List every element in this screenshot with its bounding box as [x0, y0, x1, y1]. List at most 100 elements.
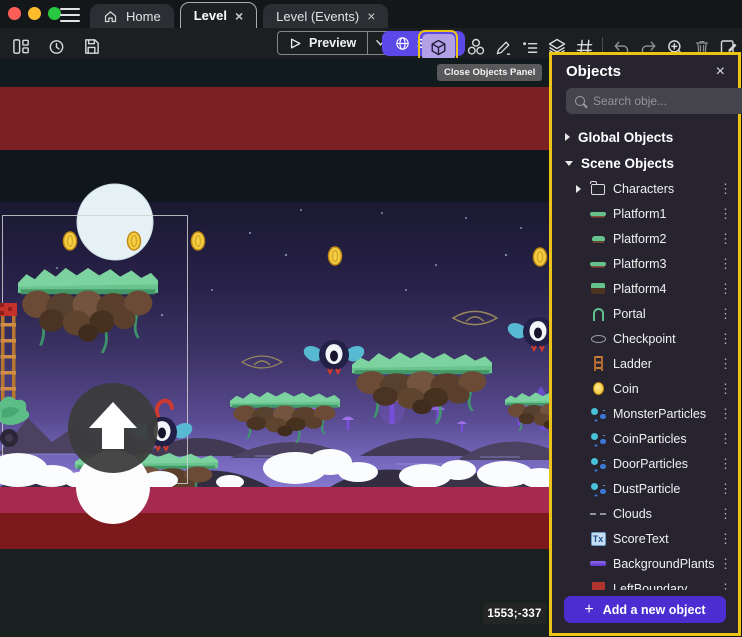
bottom-boundary-object[interactable]	[0, 513, 552, 549]
top-boundary-object[interactable]	[0, 87, 552, 150]
canvas-outside-bottom	[0, 549, 552, 637]
item-menu-icon[interactable]	[719, 406, 731, 422]
item-menu-icon[interactable]	[719, 206, 731, 222]
objects-panel-header: Objects	[552, 55, 738, 86]
add-button-label: Add a new object	[603, 603, 706, 617]
object-item-clouds[interactable]: Clouds	[552, 501, 738, 526]
tab-label: Level (Events)	[276, 9, 359, 24]
item-menu-icon[interactable]	[719, 531, 731, 547]
search-box[interactable]	[566, 88, 742, 114]
red-square-icon	[592, 582, 605, 590]
section-scene-objects[interactable]: Scene Objects	[552, 150, 738, 176]
tooltip: Close Objects Panel	[437, 64, 542, 81]
section-label: Global Objects	[578, 130, 673, 145]
cursor-coordinates-badge: 1553;-337	[483, 603, 546, 624]
minimize-window-icon[interactable]	[28, 7, 41, 20]
cube-icon	[429, 38, 448, 57]
object-item-platform1[interactable]: Platform1	[552, 201, 738, 226]
item-menu-icon[interactable]	[719, 581, 731, 591]
home-icon	[103, 9, 118, 24]
window-controls	[8, 7, 61, 20]
section-global-objects[interactable]: Global Objects	[552, 124, 738, 150]
item-menu-icon[interactable]	[719, 256, 731, 272]
preview-controls: Preview	[277, 31, 393, 55]
tab-home[interactable]: Home	[90, 4, 174, 28]
item-menu-icon[interactable]	[719, 356, 731, 372]
object-groups-icon[interactable]	[464, 34, 488, 60]
edit-pencil-icon[interactable]	[491, 34, 515, 60]
item-menu-icon[interactable]	[719, 556, 731, 572]
item-menu-icon[interactable]	[719, 306, 731, 322]
search-icon	[575, 96, 585, 106]
object-item-checkpoint[interactable]: Checkpoint	[552, 326, 738, 351]
history-icon[interactable]	[44, 33, 68, 59]
tab-label: Level	[194, 8, 227, 23]
coin-instance[interactable]	[192, 232, 205, 250]
scene-render[interactable]	[0, 58, 552, 637]
panel-title: Objects	[566, 63, 621, 80]
plus-icon	[584, 601, 593, 619]
chevron-down-icon	[565, 161, 573, 166]
item-menu-icon[interactable]	[719, 181, 731, 197]
close-panel-icon[interactable]	[716, 64, 725, 80]
coin-icon	[593, 382, 604, 395]
object-item-coinparticles[interactable]: CoinParticles	[552, 426, 738, 451]
object-item-characters[interactable]: Characters	[552, 176, 738, 201]
save-icon[interactable]	[79, 33, 103, 59]
item-menu-icon[interactable]	[719, 331, 731, 347]
plants-bar-icon	[590, 561, 606, 566]
object-item-backgroundplants[interactable]: BackgroundPlants	[552, 551, 738, 576]
moon-object[interactable]	[77, 184, 153, 260]
item-menu-icon[interactable]	[719, 431, 731, 447]
preview-button[interactable]: Preview	[277, 31, 368, 55]
checkpoint-icon	[591, 335, 606, 343]
coin-instance[interactable]	[64, 232, 77, 250]
platform-tuft-icon	[592, 236, 605, 241]
search-input[interactable]	[593, 94, 742, 108]
platform-block-icon	[591, 283, 605, 294]
item-menu-icon[interactable]	[719, 281, 731, 297]
object-item-platform2[interactable]: Platform2	[552, 226, 738, 251]
object-item-leftboundary[interactable]: LeftBoundary	[552, 576, 738, 590]
jump-arrow-button-object[interactable]	[68, 383, 158, 473]
coin-instance[interactable]	[128, 232, 141, 250]
close-tab-icon[interactable]	[235, 9, 243, 23]
folder-icon	[591, 184, 605, 195]
object-item-dustparticle[interactable]: DustParticle	[552, 476, 738, 501]
text-icon: Tx	[591, 532, 606, 546]
item-menu-icon[interactable]	[719, 481, 731, 497]
tab-label: Home	[126, 9, 161, 24]
objects-list: Characters Platform1 Platform2 Platform3…	[552, 176, 738, 590]
tab-level[interactable]: Level	[180, 2, 257, 28]
coin-instance[interactable]	[329, 247, 342, 265]
close-tab-icon[interactable]	[367, 9, 375, 23]
ladder-icon	[594, 356, 603, 371]
chevron-right-icon	[565, 133, 570, 141]
object-item-platform3[interactable]: Platform3	[552, 251, 738, 276]
preview-label: Preview	[309, 36, 356, 50]
objects-panel-button[interactable]	[422, 34, 455, 61]
object-item-doorparticles[interactable]: DoorParticles	[552, 451, 738, 476]
item-menu-icon[interactable]	[719, 231, 731, 247]
item-menu-icon[interactable]	[719, 506, 731, 522]
object-item-ladder[interactable]: Ladder	[552, 351, 738, 376]
object-item-monsterparticles[interactable]: MonsterParticles	[552, 401, 738, 426]
scene-editor-canvas[interactable]: 1553;-337	[0, 58, 552, 637]
tab-level-events[interactable]: Level (Events)	[263, 4, 388, 28]
object-item-coin[interactable]: Coin	[552, 376, 738, 401]
expand-arrow-icon[interactable]	[576, 185, 585, 193]
main-menu-icon[interactable]	[60, 8, 80, 22]
portal-icon	[593, 308, 604, 321]
project-manager-icon[interactable]	[9, 33, 33, 59]
properties-icon[interactable]	[518, 34, 542, 60]
close-window-icon[interactable]	[8, 7, 21, 20]
objects-panel: Objects Global Objects Scene Objects Cha…	[549, 52, 741, 636]
coin-instance[interactable]	[534, 248, 547, 266]
item-menu-icon[interactable]	[719, 381, 731, 397]
object-item-portal[interactable]: Portal	[552, 301, 738, 326]
object-item-scoretext[interactable]: Tx ScoreText	[552, 526, 738, 551]
item-menu-icon[interactable]	[719, 456, 731, 472]
add-new-object-button[interactable]: Add a new object	[564, 596, 726, 623]
object-item-platform4[interactable]: Platform4	[552, 276, 738, 301]
platform-strip-icon	[590, 212, 606, 216]
